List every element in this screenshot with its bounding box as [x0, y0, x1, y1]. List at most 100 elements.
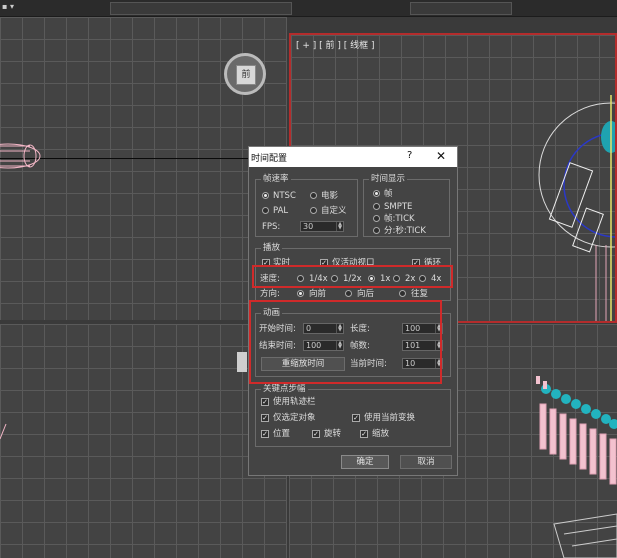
- fps-spinner[interactable]: 30 ▲ ▼: [300, 221, 344, 232]
- radio-custom[interactable]: [310, 207, 317, 214]
- radio-ntsc[interactable]: [262, 192, 269, 199]
- viewport-left[interactable]: [0, 324, 287, 558]
- animation-group: 动画 开始时间: 0 ▲ ▼ 长度: 100 ▲ ▼ 结束时间: 100 ▲ ▼ 帧数: 1…: [255, 308, 451, 377]
- playback-group: 播放 ✓ 实时 ✓ 仅活动视口 ✓ 循环 速度: 1/4x 1/2x 1x 2x…: [255, 243, 451, 301]
- length-value: 100: [405, 324, 421, 333]
- radio-speed-4x[interactable]: [419, 275, 426, 282]
- small-object-icon: [237, 352, 247, 372]
- wireframe-object: [538, 95, 615, 321]
- min-sec-tick-label: 分:秒:TICK: [384, 226, 426, 236]
- scale-label: 缩放: [372, 429, 390, 439]
- wireframe-object: [0, 423, 7, 440]
- spinner-arrows-icon[interactable]: ▲ ▼: [336, 341, 343, 350]
- rotation-label: 旋转: [324, 429, 342, 439]
- spinner-arrows-icon[interactable]: ▲ ▼: [435, 324, 442, 333]
- radio-frames[interactable]: [373, 190, 380, 197]
- group-label: 播放: [261, 243, 283, 253]
- cancel-button[interactable]: 取消: [400, 455, 452, 469]
- frame-count-value: 101: [405, 341, 421, 350]
- spinner-arrows-icon[interactable]: ▲ ▼: [435, 359, 442, 368]
- end-time-spinner[interactable]: 100 ▲ ▼: [303, 340, 344, 351]
- spinner-arrows-icon[interactable]: ▲ ▼: [336, 324, 343, 333]
- time-configuration-dialog: 时间配置 ? ✕ 帧速率 NTSC 电影 PAL 自定义 FPS: 30 ▲ ▼ 时…: [248, 146, 458, 476]
- wireframe-object: [0, 143, 41, 169]
- speed-label: 速度:: [260, 274, 280, 284]
- scale-checkbox[interactable]: ✓: [360, 430, 368, 438]
- radio-forward[interactable]: [297, 290, 304, 297]
- position-label: 位置: [273, 429, 291, 439]
- position-checkbox[interactable]: ✓: [261, 430, 269, 438]
- frame-tick-label: 帧:TICK: [384, 214, 415, 224]
- frames-label: 帧: [384, 189, 393, 199]
- view-cube-icon[interactable]: 前: [224, 53, 266, 95]
- fps-label: FPS:: [262, 222, 281, 232]
- key-steps-group: 关键点步幅 ✓ 使用轨迹栏 ✓ 仅选定对象 ✓ 使用当前变换 ✓ 位置 ✓ 旋转…: [255, 384, 451, 447]
- selected-only-checkbox[interactable]: ✓: [261, 414, 269, 422]
- smpte-label: SMPTE: [384, 202, 413, 212]
- active-viewport-checkbox[interactable]: ✓: [320, 259, 328, 267]
- toolbar-button[interactable]: [110, 2, 292, 15]
- current-time-value: 10: [405, 359, 416, 368]
- viewport-toolbar: ▪ ▾: [0, 0, 617, 17]
- dialog-titlebar[interactable]: 时间配置 ? ✕: [249, 147, 457, 167]
- start-time-label: 开始时间:: [259, 324, 296, 334]
- use-trackbar-checkbox[interactable]: ✓: [261, 398, 269, 406]
- reverse-label: 向后: [357, 289, 375, 299]
- radio-speed-half[interactable]: [331, 275, 338, 282]
- view-cube-face[interactable]: 前: [236, 65, 256, 85]
- realtime-checkbox[interactable]: ✓: [262, 259, 270, 267]
- use-current-transform-checkbox[interactable]: ✓: [352, 414, 360, 422]
- radio-min-sec-tick[interactable]: [373, 227, 380, 234]
- time-display-group: 时间显示 帧 SMPTE 帧:TICK 分:秒:TICK: [363, 174, 450, 237]
- start-time-value: 0: [306, 324, 312, 333]
- toolbar-menu-icon[interactable]: ▪ ▾: [2, 2, 14, 11]
- ok-button[interactable]: 确定: [341, 455, 389, 469]
- speed-half-label: 1/2x: [343, 274, 362, 284]
- radio-reverse[interactable]: [345, 290, 352, 297]
- loop-label: 循环: [424, 258, 442, 268]
- current-time-spinner[interactable]: 10 ▲ ▼: [402, 358, 443, 369]
- radio-speed-quarter[interactable]: [297, 275, 304, 282]
- viewport-label[interactable]: [ + ] [ 前 ] [ 线框 ]: [296, 38, 375, 51]
- rotation-checkbox[interactable]: ✓: [312, 430, 320, 438]
- radio-frame-tick[interactable]: [373, 215, 380, 222]
- radio-speed-1x[interactable]: [368, 275, 375, 282]
- close-icon[interactable]: ✕: [436, 149, 446, 163]
- ntsc-label: NTSC: [273, 191, 296, 201]
- use-current-transform-label: 使用当前变换: [364, 413, 416, 423]
- group-label: 关键点步幅: [261, 384, 308, 394]
- length-label: 长度:: [350, 324, 370, 334]
- speed-quarter-label: 1/4x: [309, 274, 328, 284]
- group-label: 帧速率: [261, 174, 291, 184]
- length-spinner[interactable]: 100 ▲ ▼: [402, 323, 443, 334]
- spinner-arrows-icon[interactable]: ▲ ▼: [336, 222, 343, 231]
- radio-film[interactable]: [310, 192, 317, 199]
- realtime-label: 实时: [273, 258, 291, 268]
- help-icon[interactable]: ?: [407, 150, 412, 161]
- frame-count-label: 帧数:: [350, 341, 370, 351]
- forward-label: 向前: [309, 289, 327, 299]
- radio-ping-pong[interactable]: [399, 290, 406, 297]
- rescale-time-button[interactable]: 重缩放时间: [261, 357, 345, 371]
- ping-pong-label: 往复: [411, 289, 429, 299]
- toolbar-button[interactable]: [410, 2, 512, 15]
- loop-checkbox[interactable]: ✓: [412, 259, 420, 267]
- pal-label: PAL: [273, 206, 289, 216]
- use-trackbar-label: 使用轨迹栏: [273, 397, 316, 407]
- frame-count-spinner[interactable]: 101 ▲ ▼: [402, 340, 443, 351]
- custom-label: 自定义: [321, 206, 347, 216]
- selected-only-label: 仅选定对象: [273, 413, 316, 423]
- spinner-arrows-icon[interactable]: ▲ ▼: [435, 341, 442, 350]
- speed-1x-label: 1x: [380, 274, 391, 284]
- start-time-spinner[interactable]: 0 ▲ ▼: [303, 323, 344, 334]
- dialog-title: 时间配置: [251, 154, 288, 164]
- radio-pal[interactable]: [262, 207, 269, 214]
- speed-2x-label: 2x: [405, 274, 416, 284]
- wireframe-object: [536, 376, 617, 558]
- radio-speed-2x[interactable]: [393, 275, 400, 282]
- film-label: 电影: [321, 191, 339, 201]
- frame-rate-group: 帧速率 NTSC 电影 PAL 自定义 FPS: 30 ▲ ▼: [255, 174, 358, 237]
- radio-smpte[interactable]: [373, 203, 380, 210]
- active-viewport-label: 仅活动视口: [332, 258, 375, 268]
- end-time-value: 100: [306, 341, 322, 350]
